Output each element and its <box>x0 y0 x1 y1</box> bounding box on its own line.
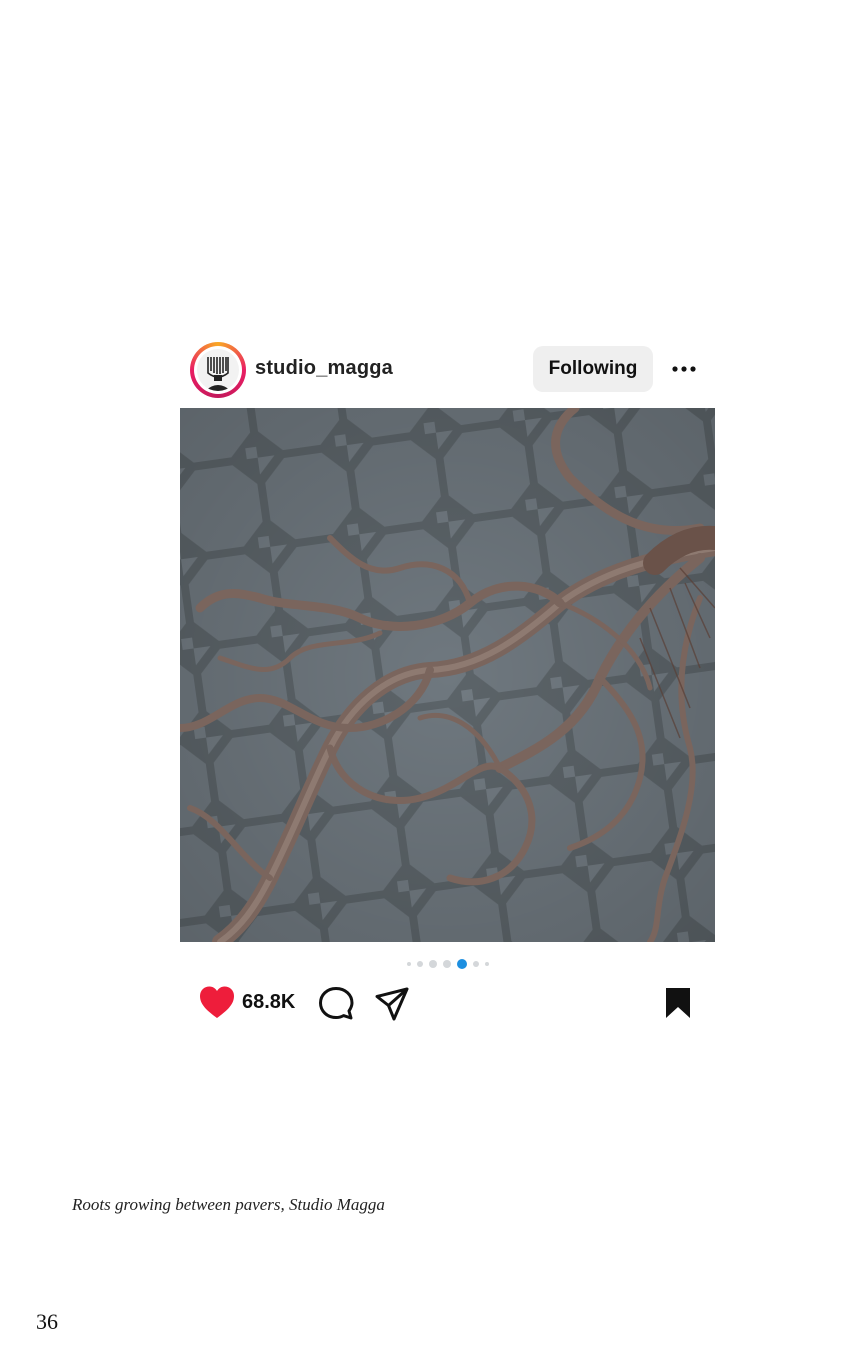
carousel-dot <box>442 960 451 968</box>
like-count[interactable]: 68.8K <box>242 991 295 1014</box>
carousel-dot <box>484 962 489 966</box>
carousel-dot <box>416 961 423 967</box>
bookmark-icon[interactable] <box>664 986 692 1025</box>
carousel-indicator <box>180 958 715 970</box>
avatar-logo <box>197 349 239 391</box>
comment-icon[interactable] <box>318 986 354 1027</box>
carousel-dot <box>406 962 411 966</box>
more-options-icon[interactable] <box>668 354 700 384</box>
carousel-dot-active <box>456 959 467 969</box>
carousel-dot <box>428 960 437 968</box>
action-bar: 68.8K <box>198 982 698 1026</box>
image-caption: Roots growing between pavers, Studio Mag… <box>72 1195 385 1214</box>
avatar-story-ring[interactable] <box>190 342 246 398</box>
carousel-dot <box>472 961 479 967</box>
post-header: studio_magga Following <box>190 340 710 400</box>
page-number: 36 <box>36 1309 58 1334</box>
heart-icon[interactable] <box>198 985 236 1026</box>
avatar[interactable] <box>194 346 242 394</box>
following-button[interactable]: Following <box>533 346 653 392</box>
share-icon[interactable] <box>374 986 410 1027</box>
post-photo[interactable] <box>180 408 715 942</box>
username[interactable]: studio_magga <box>255 357 393 380</box>
